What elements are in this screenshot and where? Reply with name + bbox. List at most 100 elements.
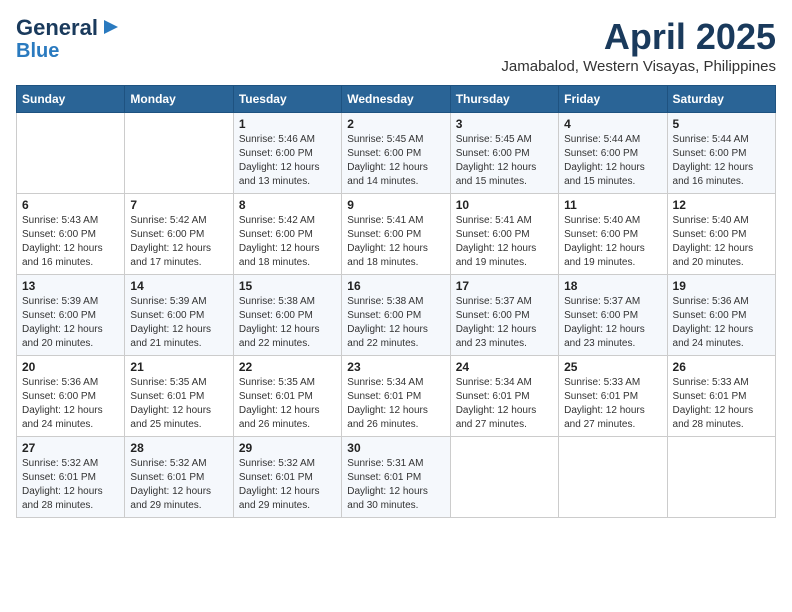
- day-info: Sunrise: 5:44 AM Sunset: 6:00 PM Dayligh…: [673, 133, 770, 189]
- calendar-cell: 16 Sunrise: 5:38 AM Sunset: 6:00 PM Dayli…: [342, 275, 450, 356]
- logo-text-blue: Blue: [16, 40, 59, 62]
- day-info: Sunrise: 5:32 AM Sunset: 6:01 PM Dayligh…: [239, 457, 336, 513]
- calendar-cell: 2 Sunrise: 5:45 AM Sunset: 6:00 PM Daylig…: [342, 113, 450, 194]
- day-number: 23: [347, 360, 444, 374]
- day-info: Sunrise: 5:39 AM Sunset: 6:00 PM Dayligh…: [130, 295, 227, 351]
- logo: General Blue: [16, 16, 122, 62]
- day-number: 14: [130, 279, 227, 293]
- day-info: Sunrise: 5:33 AM Sunset: 6:01 PM Dayligh…: [564, 376, 661, 432]
- col-header-wednesday: Wednesday: [342, 86, 450, 113]
- calendar-cell: 9 Sunrise: 5:41 AM Sunset: 6:00 PM Daylig…: [342, 194, 450, 275]
- day-number: 2: [347, 117, 444, 131]
- day-number: 18: [564, 279, 661, 293]
- logo-text-general: General: [16, 16, 98, 40]
- day-info: Sunrise: 5:34 AM Sunset: 6:01 PM Dayligh…: [347, 376, 444, 432]
- location-text: Jamabalod, Western Visayas, Philippines: [501, 58, 776, 75]
- calendar-cell: 30 Sunrise: 5:31 AM Sunset: 6:01 PM Dayli…: [342, 437, 450, 518]
- col-header-saturday: Saturday: [667, 86, 775, 113]
- calendar-cell: 24 Sunrise: 5:34 AM Sunset: 6:01 PM Dayli…: [450, 356, 558, 437]
- day-info: Sunrise: 5:45 AM Sunset: 6:00 PM Dayligh…: [347, 133, 444, 189]
- calendar-cell: 20 Sunrise: 5:36 AM Sunset: 6:00 PM Dayli…: [17, 356, 125, 437]
- calendar-cell: [125, 113, 233, 194]
- day-info: Sunrise: 5:33 AM Sunset: 6:01 PM Dayligh…: [673, 376, 770, 432]
- calendar-cell: 15Sunrise: 5:38 AM Sunset: 6:00 PM Dayli…: [233, 275, 341, 356]
- day-info: Sunrise: 5:46 AM Sunset: 6:00 PM Dayligh…: [239, 133, 336, 189]
- day-number: 21: [130, 360, 227, 374]
- title-block: April 2025 Jamabalod, Western Visayas, P…: [501, 16, 776, 75]
- day-number: 29: [239, 441, 336, 455]
- calendar-cell: 12Sunrise: 5:40 AM Sunset: 6:00 PM Dayli…: [667, 194, 775, 275]
- day-info: Sunrise: 5:42 AM Sunset: 6:00 PM Dayligh…: [239, 214, 336, 270]
- day-info: Sunrise: 5:40 AM Sunset: 6:00 PM Dayligh…: [564, 214, 661, 270]
- day-number: 19: [673, 279, 770, 293]
- calendar-cell: 13Sunrise: 5:39 AM Sunset: 6:00 PM Dayli…: [17, 275, 125, 356]
- day-info: Sunrise: 5:34 AM Sunset: 6:01 PM Dayligh…: [456, 376, 553, 432]
- page-header: General Blue April 2025 Jamabalod, Weste…: [16, 16, 776, 75]
- day-number: 30: [347, 441, 444, 455]
- calendar-cell: 8 Sunrise: 5:42 AM Sunset: 6:00 PM Daylig…: [233, 194, 341, 275]
- calendar-cell: 7 Sunrise: 5:42 AM Sunset: 6:00 PM Daylig…: [125, 194, 233, 275]
- day-number: 25: [564, 360, 661, 374]
- col-header-tuesday: Tuesday: [233, 86, 341, 113]
- logo-arrow-icon: [100, 16, 122, 38]
- day-number: 6: [22, 198, 119, 212]
- day-number: 24: [456, 360, 553, 374]
- calendar-week-row: 6 Sunrise: 5:43 AM Sunset: 6:00 PM Daylig…: [17, 194, 776, 275]
- calendar-cell: 14 Sunrise: 5:39 AM Sunset: 6:00 PM Dayli…: [125, 275, 233, 356]
- calendar-cell: 4 Sunrise: 5:44 AM Sunset: 6:00 PM Daylig…: [559, 113, 667, 194]
- day-number: 9: [347, 198, 444, 212]
- calendar-cell: [667, 437, 775, 518]
- day-info: Sunrise: 5:41 AM Sunset: 6:00 PM Dayligh…: [347, 214, 444, 270]
- day-info: Sunrise: 5:43 AM Sunset: 6:00 PM Dayligh…: [22, 214, 119, 270]
- day-number: 4: [564, 117, 661, 131]
- calendar-week-row: 13Sunrise: 5:39 AM Sunset: 6:00 PM Dayli…: [17, 275, 776, 356]
- calendar-cell: 19 Sunrise: 5:36 AM Sunset: 6:00 PM Dayli…: [667, 275, 775, 356]
- calendar-cell: 1Sunrise: 5:46 AM Sunset: 6:00 PM Daylig…: [233, 113, 341, 194]
- month-title: April 2025: [501, 16, 776, 58]
- calendar-cell: 11 Sunrise: 5:40 AM Sunset: 6:00 PM Dayli…: [559, 194, 667, 275]
- calendar-week-row: 1Sunrise: 5:46 AM Sunset: 6:00 PM Daylig…: [17, 113, 776, 194]
- day-info: Sunrise: 5:36 AM Sunset: 6:00 PM Dayligh…: [673, 295, 770, 351]
- day-number: 17: [456, 279, 553, 293]
- day-number: 8: [239, 198, 336, 212]
- col-header-thursday: Thursday: [450, 86, 558, 113]
- col-header-sunday: Sunday: [17, 86, 125, 113]
- calendar-cell: [559, 437, 667, 518]
- calendar-cell: 5Sunrise: 5:44 AM Sunset: 6:00 PM Daylig…: [667, 113, 775, 194]
- day-number: 3: [456, 117, 553, 131]
- day-info: Sunrise: 5:37 AM Sunset: 6:00 PM Dayligh…: [456, 295, 553, 351]
- day-number: 20: [22, 360, 119, 374]
- day-info: Sunrise: 5:41 AM Sunset: 6:00 PM Dayligh…: [456, 214, 553, 270]
- calendar-cell: 25 Sunrise: 5:33 AM Sunset: 6:01 PM Dayli…: [559, 356, 667, 437]
- day-info: Sunrise: 5:44 AM Sunset: 6:00 PM Dayligh…: [564, 133, 661, 189]
- calendar-cell: 22 Sunrise: 5:35 AM Sunset: 6:01 PM Dayli…: [233, 356, 341, 437]
- day-info: Sunrise: 5:39 AM Sunset: 6:00 PM Dayligh…: [22, 295, 119, 351]
- day-number: 10: [456, 198, 553, 212]
- day-number: 16: [347, 279, 444, 293]
- calendar-cell: 17 Sunrise: 5:37 AM Sunset: 6:00 PM Dayli…: [450, 275, 558, 356]
- day-number: 7: [130, 198, 227, 212]
- day-number: 11: [564, 198, 661, 212]
- calendar-week-row: 20 Sunrise: 5:36 AM Sunset: 6:00 PM Dayli…: [17, 356, 776, 437]
- day-info: Sunrise: 5:42 AM Sunset: 6:00 PM Dayligh…: [130, 214, 227, 270]
- calendar-cell: [450, 437, 558, 518]
- day-info: Sunrise: 5:40 AM Sunset: 6:00 PM Dayligh…: [673, 214, 770, 270]
- day-info: Sunrise: 5:38 AM Sunset: 6:00 PM Dayligh…: [347, 295, 444, 351]
- calendar-cell: 29 Sunrise: 5:32 AM Sunset: 6:01 PM Dayli…: [233, 437, 341, 518]
- day-info: Sunrise: 5:32 AM Sunset: 6:01 PM Dayligh…: [22, 457, 119, 513]
- calendar-week-row: 27 Sunrise: 5:32 AM Sunset: 6:01 PM Dayli…: [17, 437, 776, 518]
- day-number: 22: [239, 360, 336, 374]
- calendar-cell: 3 Sunrise: 5:45 AM Sunset: 6:00 PM Daylig…: [450, 113, 558, 194]
- day-info: Sunrise: 5:35 AM Sunset: 6:01 PM Dayligh…: [130, 376, 227, 432]
- day-info: Sunrise: 5:35 AM Sunset: 6:01 PM Dayligh…: [239, 376, 336, 432]
- day-number: 26: [673, 360, 770, 374]
- calendar-cell: 26 Sunrise: 5:33 AM Sunset: 6:01 PM Dayli…: [667, 356, 775, 437]
- day-number: 27: [22, 441, 119, 455]
- day-info: Sunrise: 5:31 AM Sunset: 6:01 PM Dayligh…: [347, 457, 444, 513]
- calendar-cell: 27 Sunrise: 5:32 AM Sunset: 6:01 PM Dayli…: [17, 437, 125, 518]
- day-info: Sunrise: 5:32 AM Sunset: 6:01 PM Dayligh…: [130, 457, 227, 513]
- day-info: Sunrise: 5:45 AM Sunset: 6:00 PM Dayligh…: [456, 133, 553, 189]
- calendar-cell: 21 Sunrise: 5:35 AM Sunset: 6:01 PM Dayli…: [125, 356, 233, 437]
- day-info: Sunrise: 5:36 AM Sunset: 6:00 PM Dayligh…: [22, 376, 119, 432]
- calendar-table: SundayMondayTuesdayWednesdayThursdayFrid…: [16, 85, 776, 518]
